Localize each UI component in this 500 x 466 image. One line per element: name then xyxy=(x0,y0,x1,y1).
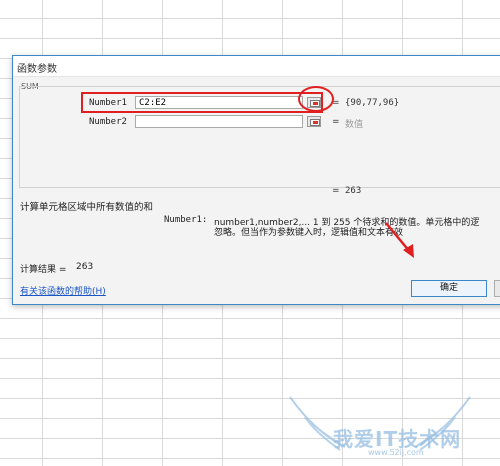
calc-result-value: 263 xyxy=(76,262,94,272)
dialog-title: 函数参数 xyxy=(17,64,57,75)
function-arguments-dialog: 函数参数 SUM Number1 C2:E2 = {90,77,96} Numb… xyxy=(12,55,500,305)
cancel-button[interactable] xyxy=(494,280,500,297)
annotation-highlight-circle xyxy=(298,86,334,112)
number1-result: {90,77,96} xyxy=(345,98,400,108)
range-select-icon-accent xyxy=(313,121,318,124)
watermark-url: www.52ij.com xyxy=(368,448,424,457)
dialog-titlebar: 函数参数 xyxy=(13,56,500,77)
formula-result: 263 xyxy=(345,186,362,196)
calc-result-label: 计算结果 = xyxy=(20,265,67,275)
number2-label: Number2 xyxy=(89,117,127,127)
number2-result: 数值 xyxy=(345,120,364,130)
argument-help-name: Number1: xyxy=(164,215,208,225)
number2-collapse-button[interactable] xyxy=(307,116,321,127)
annotation-highlight-box xyxy=(81,92,323,113)
ok-button[interactable]: 确定 xyxy=(411,280,487,297)
number2-equals: = xyxy=(332,117,340,127)
argument-help-line2: 忽略。但当作为参数键入时，逻辑值和文本有效 xyxy=(214,228,404,238)
annotation-arrow-icon xyxy=(385,222,414,258)
number2-input[interactable] xyxy=(135,115,303,128)
function-description: 计算单元格区域中所有数值的和 xyxy=(20,202,154,213)
formula-equals: = xyxy=(332,186,340,196)
function-help-link[interactable]: 有关该函数的帮助(H) xyxy=(20,284,106,297)
